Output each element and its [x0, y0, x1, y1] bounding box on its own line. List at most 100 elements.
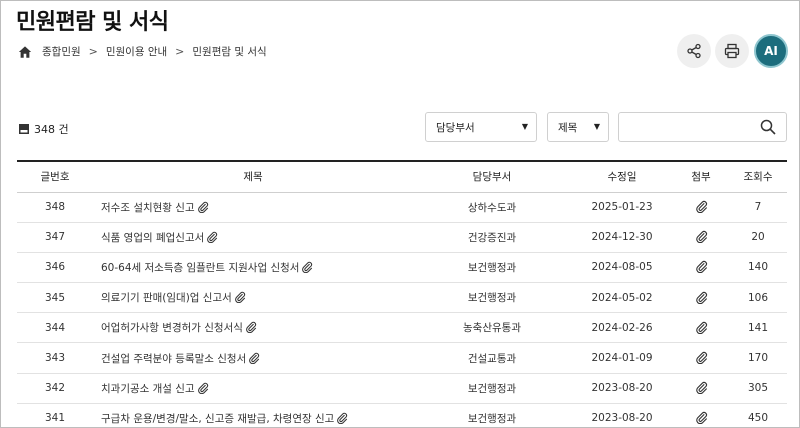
row-views: 450 [747, 412, 769, 425]
row-modified-date: 2024-05-02 [591, 291, 653, 304]
row-department: 농축산유통과 [463, 322, 521, 335]
table-header-row: 글번호 제목 담당부서 수정일 첨부 조회수 [17, 161, 787, 192]
column-header-attachment[interactable]: 첨부 [673, 161, 729, 192]
row-attachment-cell[interactable] [673, 313, 729, 343]
print-button[interactable] [715, 34, 749, 68]
row-attachment-cell[interactable] [673, 222, 729, 252]
row-number: 343 [44, 352, 66, 365]
chevron-down-icon: ▼ [593, 122, 600, 131]
row-attachment-cell[interactable] [673, 373, 729, 403]
paperclip-icon [695, 291, 707, 304]
ai-assistant-button[interactable]: AI [754, 34, 788, 68]
table-row[interactable]: 343 건설업 주력분야 등록말소 신청서 건설교통과 2024-01-09 170 [17, 343, 787, 374]
row-number: 348 [44, 201, 66, 214]
paperclip-icon [695, 351, 707, 365]
chevron-down-icon: ▼ [521, 122, 528, 131]
row-attachment-cell[interactable] [673, 192, 729, 222]
document-icon [19, 124, 29, 134]
table-row[interactable]: 344 어업허가사항 변경허가 신청서식 농축산유통과 2024-02-26 141 [17, 313, 787, 343]
share-icon [687, 43, 701, 59]
breadcrumb-item-current[interactable]: 민원편람 및 서식 [192, 44, 266, 59]
row-number: 341 [44, 412, 66, 425]
row-title-link[interactable]: 60-64세 저소득층 임플란트 지원사업 신청서 [101, 262, 299, 274]
row-attachment-cell[interactable] [673, 283, 729, 313]
paperclip-icon [695, 382, 707, 395]
result-count: 348 건 [18, 121, 69, 137]
paperclip-icon [197, 201, 208, 213]
table-row[interactable]: 346 60-64세 저소득층 임플란트 지원사업 신청서 보건행정과 2024-08… [17, 252, 787, 283]
row-title-link[interactable]: 의료기기 판매(임대)업 신고서 [101, 292, 232, 304]
department-select-value: 담당부서 [436, 121, 475, 134]
paperclip-icon [302, 261, 313, 273]
row-attachment-cell[interactable] [673, 343, 729, 373]
page-title: 민원편람 및 서식 [16, 10, 169, 35]
share-button[interactable] [677, 34, 711, 68]
row-title-cell: 저수조 설치현황 신고 [93, 192, 413, 222]
paperclip-icon [197, 382, 208, 394]
paperclip-icon [695, 231, 707, 244]
paperclip-icon [207, 231, 218, 243]
row-title-cell: 구급차 운용/변경/말소, 신고증 재발급, 차령연장 신고 [93, 403, 413, 427]
paperclip-icon [337, 412, 348, 424]
row-department: 건설교통과 [467, 352, 517, 365]
forms-table: 글번호 제목 담당부서 수정일 첨부 조회수 348 저수조 설치현황 신고 상하수… [17, 160, 787, 427]
search-input[interactable] [627, 114, 757, 140]
row-title-link[interactable]: 치과기공소 개설 신고 [101, 383, 195, 395]
breadcrumb-item-guide[interactable]: 민원이용 안내 [106, 44, 167, 59]
column-header-department[interactable]: 담당부서 [413, 161, 571, 192]
paperclip-icon [695, 261, 707, 274]
paperclip-icon [246, 322, 256, 334]
department-select[interactable]: 담당부서 ▼ [425, 112, 537, 142]
breadcrumb-item-home[interactable]: 종합민원 [42, 44, 81, 59]
row-attachment-cell[interactable] [673, 403, 729, 427]
breadcrumb-separator-icon: > [88, 45, 98, 58]
column-header-views[interactable]: 조회수 [729, 161, 787, 192]
row-number: 347 [44, 231, 66, 244]
table-row[interactable]: 342 치과기공소 개설 신고 보건행정과 2023-08-20 305 [17, 373, 787, 404]
table-row[interactable]: 347 식품 영업의 폐업신고서 건강증진과 2024-12-30 20 [17, 222, 787, 253]
table-row[interactable]: 341 구급차 운용/변경/말소, 신고증 재발급, 차령연장 신고 보건행정과 20… [17, 403, 787, 427]
row-department: 보건행정과 [467, 382, 517, 395]
row-modified-date: 2024-08-05 [591, 261, 653, 274]
search-field-select[interactable]: 제목 ▼ [547, 112, 609, 142]
paperclip-icon [695, 412, 707, 425]
table-row[interactable]: 345 의료기기 판매(임대)업 신고서 보건행정과 2024-05-02 106 [17, 283, 787, 313]
row-views: 7 [754, 201, 762, 214]
row-modified-date: 2023-08-20 [591, 412, 653, 425]
row-title-link[interactable]: 저수조 설치현황 신고 [101, 202, 195, 214]
row-department: 보건행정과 [467, 412, 517, 425]
home-icon[interactable] [18, 45, 32, 59]
row-title-link[interactable]: 어업허가사항 변경허가 신청서식 [101, 322, 243, 334]
table-row[interactable]: 348 저수조 설치현황 신고 상하수도과 2025-01-23 7 [17, 192, 787, 223]
column-header-modified-date[interactable]: 수정일 [571, 161, 673, 192]
paperclip-icon [234, 292, 245, 304]
row-title-cell: 치과기공소 개설 신고 [93, 373, 413, 403]
row-modified-date: 2025-01-23 [591, 201, 653, 214]
row-department: 건강증진과 [467, 231, 517, 244]
printer-icon [724, 43, 740, 59]
row-number: 345 [44, 291, 66, 304]
row-title-link[interactable]: 건설업 주력분야 등록말소 신청서 [101, 353, 246, 365]
search-box [618, 112, 787, 142]
breadcrumb: 종합민원 > 민원이용 안내 > 민원편람 및 서식 [18, 44, 267, 59]
row-number: 346 [44, 261, 66, 274]
row-title-cell: 의료기기 판매(임대)업 신고서 [93, 283, 413, 313]
search-icon[interactable] [760, 119, 776, 135]
column-header-number[interactable]: 글번호 [17, 161, 93, 192]
paperclip-icon [249, 352, 260, 364]
row-attachment-cell[interactable] [673, 252, 729, 282]
breadcrumb-separator-icon: > [175, 45, 185, 58]
row-views: 106 [747, 291, 769, 304]
row-department: 보건행정과 [467, 292, 517, 305]
column-header-title[interactable]: 제목 [93, 161, 413, 192]
search-field-select-value: 제목 [558, 121, 578, 134]
row-title-link[interactable]: 식품 영업의 폐업신고서 [101, 232, 204, 244]
row-department: 보건행정과 [467, 261, 517, 274]
result-count-label: 348 건 [34, 123, 69, 136]
row-title-link[interactable]: 구급차 운용/변경/말소, 신고증 재발급, 차령연장 신고 [101, 413, 334, 425]
page-frame: 민원편람 및 서식 종합민원 > 민원이용 안내 > 민원편람 및 서식 AI [0, 0, 800, 428]
row-modified-date: 2023-08-20 [591, 382, 653, 395]
row-modified-date: 2024-01-09 [591, 352, 653, 365]
row-number: 344 [44, 321, 66, 334]
row-modified-date: 2024-02-26 [591, 321, 653, 334]
